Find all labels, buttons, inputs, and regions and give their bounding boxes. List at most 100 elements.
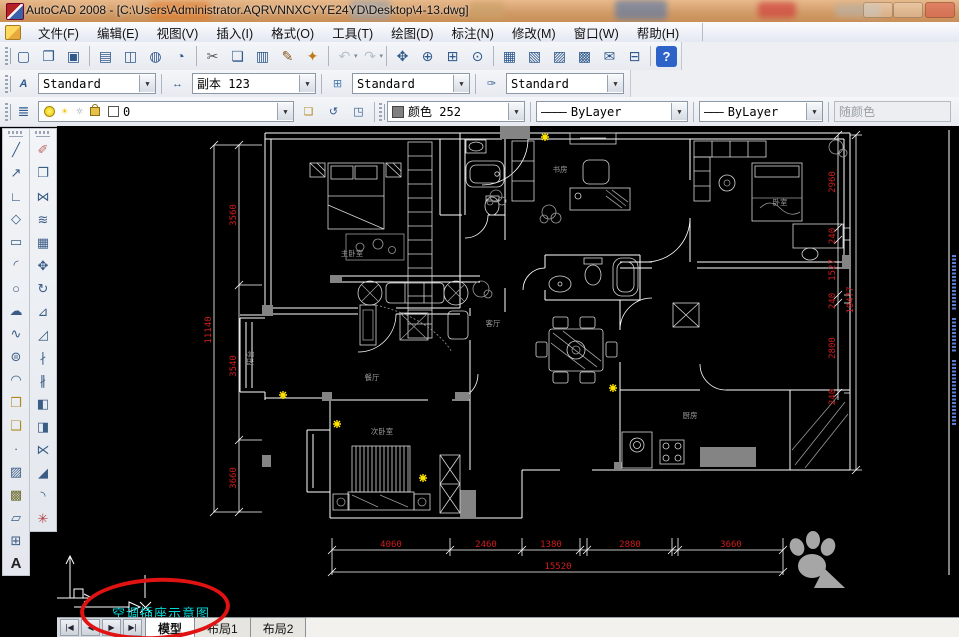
menu-browser-icon[interactable] <box>5 24 21 40</box>
new-icon[interactable]: ▢ <box>11 44 36 69</box>
lineweight-combo[interactable]: ——— ByLayer ▼ <box>699 101 823 122</box>
quickcalc-icon[interactable]: ⊟ <box>622 44 647 69</box>
circle-icon[interactable]: ○ <box>4 277 28 300</box>
menu-file[interactable]: 文件(F) <box>29 21 88 44</box>
line-icon[interactable]: ╱ <box>4 139 28 162</box>
publish-icon[interactable]: ◍ <box>143 44 168 69</box>
layer-manager-icon[interactable]: ≣ <box>11 99 36 124</box>
tab-layout2[interactable]: 布局2 <box>249 617 307 637</box>
redo-dropdown-icon[interactable]: ▾ <box>380 52 384 60</box>
zoom-previous-icon[interactable]: ⊙ <box>465 44 490 69</box>
markup-set-manager-icon[interactable]: ✉ <box>597 44 622 69</box>
layer-lock-icon[interactable] <box>90 104 100 116</box>
chamfer-icon[interactable]: ◢ <box>31 462 55 485</box>
undo-dropdown-icon[interactable]: ▾ <box>354 52 358 60</box>
layer-vp-freeze-icon[interactable]: ☼ <box>73 105 86 118</box>
toolbar-grip[interactable] <box>5 47 8 65</box>
close-button[interactable] <box>925 2 955 18</box>
menu-insert[interactable]: 插入(I) <box>207 21 262 44</box>
paste-icon[interactable]: ▥ <box>250 44 275 69</box>
linetype-combo[interactable]: ———— ByLayer ▼ <box>536 101 688 122</box>
dim-style-icon[interactable]: ↔ <box>165 71 190 96</box>
chevron-down-icon[interactable]: ▼ <box>277 103 293 120</box>
help-icon[interactable]: ? <box>656 45 678 67</box>
table-style-icon[interactable]: ⊞ <box>325 71 350 96</box>
menu-draw[interactable]: 绘图(D) <box>382 21 442 44</box>
ellipse-arc-icon[interactable]: ◠ <box>4 368 28 391</box>
toolbar-grip[interactable] <box>5 102 8 121</box>
chevron-down-icon[interactable]: ▼ <box>671 103 687 120</box>
toolbar-grip[interactable] <box>5 74 8 93</box>
erase-icon[interactable]: ✐ <box>31 139 55 162</box>
chevron-down-icon[interactable]: ▼ <box>299 75 315 92</box>
menu-format[interactable]: 格式(O) <box>262 21 323 44</box>
chevron-down-icon[interactable]: ▼ <box>139 75 155 92</box>
menu-modify[interactable]: 修改(M) <box>503 21 565 44</box>
zoom-window-icon[interactable]: ⊞ <box>440 44 465 69</box>
toolbar-grip[interactable] <box>379 102 382 121</box>
tool-palettes-icon[interactable]: ▨ <box>547 44 572 69</box>
menu-tools[interactable]: 工具(T) <box>323 21 382 44</box>
layer-previous-icon[interactable]: ↺ <box>321 99 346 124</box>
move-icon[interactable]: ✥ <box>31 254 55 277</box>
text-style-combo[interactable]: Standard ▼ <box>38 73 156 94</box>
maximize-button[interactable] <box>893 2 923 18</box>
open-icon[interactable]: ❐ <box>36 44 61 69</box>
menu-edit[interactable]: 编辑(E) <box>88 21 148 44</box>
scale-icon[interactable]: ⊿ <box>31 300 55 323</box>
copy-clip-icon[interactable]: ❏ <box>225 44 250 69</box>
3d-dwf-icon[interactable]: ◔ <box>168 44 193 69</box>
make-block-icon[interactable]: ❑ <box>4 414 28 437</box>
polyline-icon[interactable]: ∟ <box>4 185 28 208</box>
insert-block-icon[interactable]: ❒ <box>4 391 28 414</box>
save-icon[interactable]: ▣ <box>61 44 86 69</box>
break-icon[interactable]: ◨ <box>31 416 55 439</box>
text-style-icon[interactable]: A <box>11 71 36 96</box>
layer-states-icon[interactable]: ◳ <box>346 99 371 124</box>
pan-icon[interactable]: ✥ <box>390 44 415 69</box>
region-icon[interactable]: ▱ <box>4 506 28 529</box>
print-icon[interactable]: ▤ <box>93 44 118 69</box>
drawing-canvas[interactable]: 3560 3540 3660 11140 2960 240 1527 240 2… <box>57 126 959 637</box>
match-properties-icon[interactable]: ✎ <box>275 44 300 69</box>
polygon-icon[interactable]: ◇ <box>4 208 28 231</box>
sheet-set-manager-icon[interactable]: ▩ <box>572 44 597 69</box>
minimize-button[interactable] <box>863 2 893 18</box>
toolbar-grip[interactable] <box>35 131 51 134</box>
chevron-down-icon[interactable]: ▼ <box>453 75 469 92</box>
multileader-style-combo[interactable]: Standard ▼ <box>506 73 624 94</box>
chevron-down-icon[interactable]: ▼ <box>607 75 623 92</box>
construction-line-icon[interactable]: ↗ <box>4 162 28 185</box>
extend-icon[interactable]: ∦ <box>31 370 55 393</box>
mirror-icon[interactable]: ⋈ <box>31 185 55 208</box>
spline-icon[interactable]: ∿ <box>4 322 28 345</box>
properties-palette-icon[interactable]: ▦ <box>497 44 522 69</box>
designcenter-icon[interactable]: ▧ <box>522 44 547 69</box>
block-editor-icon[interactable]: ✦ <box>300 44 325 69</box>
menu-help[interactable]: 帮助(H) <box>628 21 688 44</box>
layer-thaw-sun-icon[interactable]: ☀ <box>58 105 71 118</box>
layer-combo[interactable]: ☀ ☼ 0 ▼ <box>38 101 294 122</box>
offset-icon[interactable]: ≋ <box>31 208 55 231</box>
gradient-icon[interactable]: ▩ <box>4 483 28 506</box>
arc-icon[interactable]: ◜ <box>4 254 28 277</box>
chevron-down-icon[interactable]: ▼ <box>508 103 524 120</box>
toolbar-grip[interactable] <box>8 131 24 134</box>
table-icon[interactable]: ⊞ <box>4 529 28 552</box>
copy-icon[interactable]: ❐ <box>31 162 55 185</box>
color-combo[interactable]: 颜色 252 ▼ <box>387 101 525 122</box>
join-icon[interactable]: ⋉ <box>31 439 55 462</box>
trim-icon[interactable]: ∤ <box>31 346 55 369</box>
point-icon[interactable]: ∙ <box>4 437 28 460</box>
dim-style-combo[interactable]: 副本 123 ▼ <box>192 73 316 94</box>
menu-window[interactable]: 窗口(W) <box>565 21 628 44</box>
multileader-style-icon[interactable]: ✑ <box>479 71 504 96</box>
menu-dimension[interactable]: 标注(N) <box>443 21 503 44</box>
menu-view[interactable]: 视图(V) <box>148 21 208 44</box>
revision-cloud-icon[interactable]: ☁ <box>4 300 28 323</box>
break-at-point-icon[interactable]: ◧ <box>31 393 55 416</box>
plot-preview-icon[interactable]: ◫ <box>118 44 143 69</box>
stretch-icon[interactable]: ◿ <box>31 323 55 346</box>
array-icon[interactable]: ▦ <box>31 231 55 254</box>
rotate-icon[interactable]: ↻ <box>31 277 55 300</box>
